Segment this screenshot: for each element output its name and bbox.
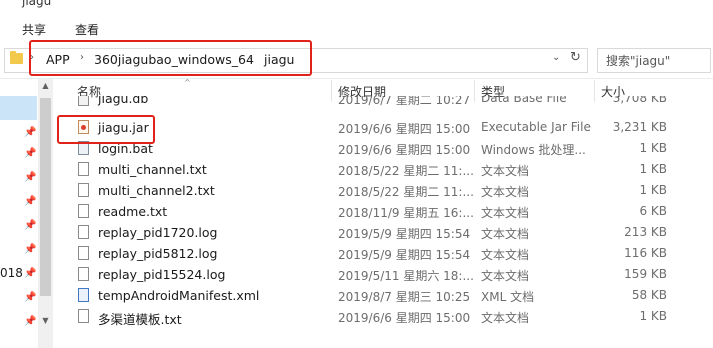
file-name: tempAndroidManifest.xml <box>98 288 260 303</box>
file-size: 159 KB <box>624 267 667 281</box>
pin-icon: 📌 <box>24 244 37 255</box>
tab-share[interactable]: 共享 <box>22 21 46 38</box>
file-name: jiagu.db <box>98 96 149 106</box>
text-file-icon <box>78 183 89 197</box>
file-name: replay_pid1720.log <box>98 225 218 240</box>
title-bar <box>0 0 713 14</box>
file-name: multi_channel.txt <box>98 162 207 177</box>
file-date: 2019/6/6 星期四 15:00 <box>338 122 471 136</box>
file-date: 2018/5/22 星期二 11:... <box>338 185 474 199</box>
file-type: Executable Jar File <box>481 120 591 134</box>
file-date: 2018/11/9 星期五 16:... <box>338 206 474 220</box>
tab-view[interactable]: 查看 <box>75 21 99 38</box>
file-size: 1 KB <box>639 183 667 197</box>
file-row[interactable]: tempAndroidManifest.xml 2019/8/7 星期三 10:… <box>56 285 713 306</box>
ribbon-tabs: 共享 查看 <box>0 14 713 41</box>
file-row[interactable]: 多渠道模板.txt 2019/6/6 星期四 15:00 文本文档 1 KB <box>56 306 713 327</box>
file-name: replay_pid15524.log <box>98 267 226 282</box>
file-size: 213 KB <box>624 225 667 239</box>
text-file-icon <box>78 204 89 218</box>
pin-icon: 📌 <box>24 148 37 159</box>
nav-item-label[interactable]: 018 <box>0 266 23 280</box>
file-date: 2019/6/6 星期四 15:00 <box>338 143 471 157</box>
file-row[interactable]: replay_pid5812.log 2019/5/9 星期四 15:54 文本… <box>56 243 713 264</box>
window-title: jiagu <box>22 0 52 8</box>
refresh-icon[interactable]: ↻ <box>570 50 581 65</box>
file-size: 1 KB <box>639 162 667 176</box>
file-size: 1 KB <box>639 141 667 155</box>
pin-icon: 📌 <box>24 220 37 231</box>
file-row[interactable]: multi_channel2.txt 2018/5/22 星期二 11:... … <box>56 180 713 201</box>
scroll-up-arrow-icon[interactable]: ▲ <box>38 79 53 93</box>
file-name: readme.txt <box>98 204 168 219</box>
pin-icon: 📌 <box>24 127 37 138</box>
file-name: multi_channel2.txt <box>98 183 215 198</box>
xml-file-icon <box>78 288 89 302</box>
pin-icon: 📌 <box>24 268 37 279</box>
text-file-icon <box>78 225 89 239</box>
file-name: replay_pid5812.log <box>98 246 218 261</box>
file-row[interactable]: multi_channel.txt 2018/5/22 星期二 11:... 文… <box>56 159 713 180</box>
file-type: 文本文档 <box>481 227 530 241</box>
file-date: 2018/5/22 星期二 11:... <box>338 164 474 178</box>
file-size: 58 KB <box>631 288 667 302</box>
file-date: 2019/8/7 星期三 10:25 <box>338 290 471 304</box>
scroll-down-arrow-icon[interactable]: ▼ <box>38 314 53 328</box>
file-row[interactable]: readme.txt 2018/11/9 星期五 16:... 文本文档 6 K… <box>56 201 713 222</box>
file-type: 文本文档 <box>481 248 530 262</box>
file-size: 1 KB <box>639 309 667 323</box>
highlight-box-jar-file <box>57 115 155 144</box>
file-type: Data Base File <box>481 96 567 105</box>
file-row[interactable]: jiagu.db 2019/6/7 星期二 10:27 Data Base Fi… <box>56 96 713 108</box>
file-date: 2019/5/11 星期六 18:... <box>338 269 474 283</box>
text-file-icon <box>78 162 89 176</box>
pin-icon: 📌 <box>24 316 37 327</box>
nav-scrollbar-thumb[interactable] <box>40 98 51 296</box>
file-date: 2019/6/7 星期二 10:27 <box>338 96 471 107</box>
pin-icon: 📌 <box>24 196 37 207</box>
file-row[interactable]: replay_pid1720.log 2019/5/9 星期四 15:54 文本… <box>56 222 713 243</box>
nav-selected-item[interactable] <box>0 96 37 120</box>
file-size: 6 KB <box>639 204 667 218</box>
file-size: 116 KB <box>624 246 667 260</box>
text-file-icon <box>78 246 89 260</box>
folder-icon <box>10 51 23 64</box>
file-type: 文本文档 <box>481 164 530 178</box>
pin-icon: 📌 <box>24 172 37 183</box>
file-type: 文本文档 <box>481 311 530 325</box>
file-date: 2019/5/9 星期四 15:54 <box>338 227 471 241</box>
file-row[interactable]: replay_pid15524.log 2019/5/11 星期六 18:...… <box>56 264 713 285</box>
file-size: 3,708 KB <box>612 96 667 105</box>
highlight-box-address <box>29 40 312 76</box>
search-placeholder: 搜索"jiagu" <box>606 54 671 68</box>
file-type: Windows 批处理... <box>481 143 586 157</box>
text-file-icon <box>78 267 89 281</box>
file-type: XML 文档 <box>481 290 535 304</box>
db-file-icon <box>78 96 89 106</box>
file-type: 文本文档 <box>481 206 530 220</box>
file-name: 多渠道模板.txt <box>98 312 182 327</box>
file-date: 2019/5/9 星期四 15:54 <box>338 248 471 262</box>
sort-caret-icon: ^ <box>184 78 191 87</box>
file-type: 文本文档 <box>481 269 530 283</box>
pin-icon: 📌 <box>24 292 37 303</box>
chevron-down-icon[interactable]: ⌄ <box>552 52 560 63</box>
text-file-icon <box>78 309 89 323</box>
file-size: 3,231 KB <box>612 120 667 134</box>
file-type: 文本文档 <box>481 185 530 199</box>
file-date: 2019/6/6 星期四 15:00 <box>338 311 471 325</box>
